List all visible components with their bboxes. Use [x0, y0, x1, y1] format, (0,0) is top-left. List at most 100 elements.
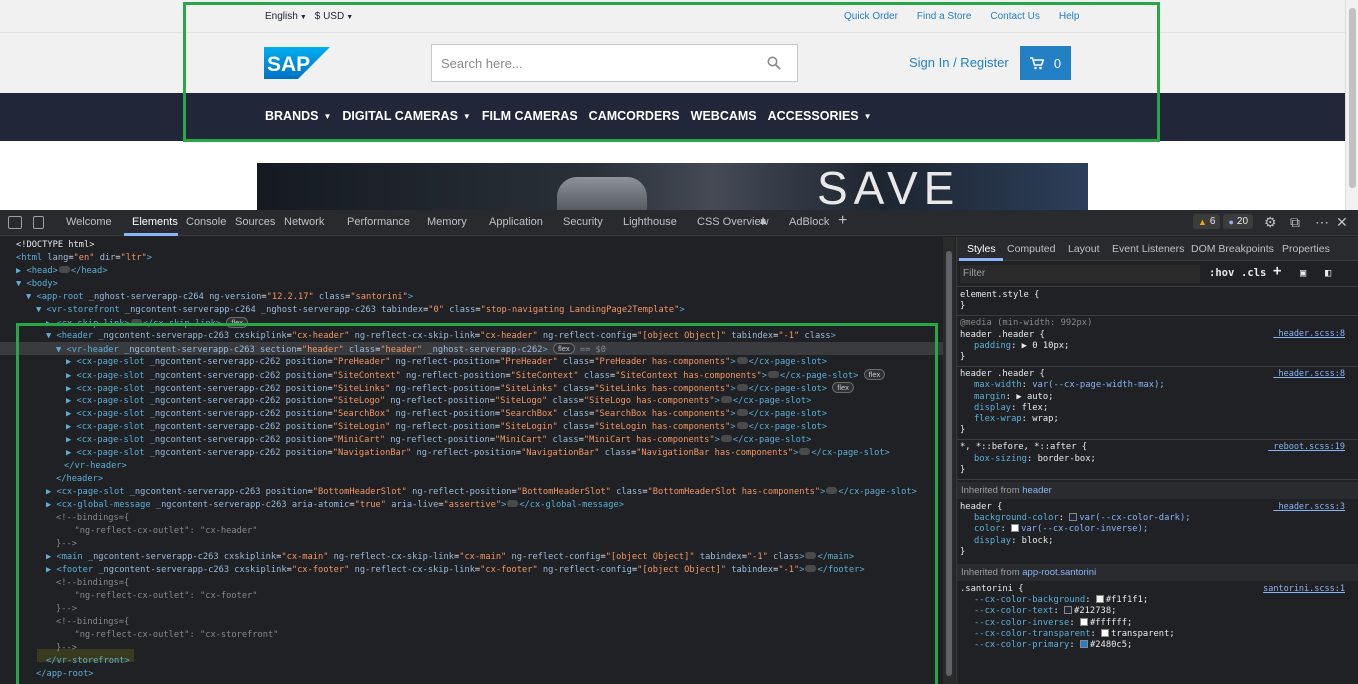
css-value[interactable]: var(--cx-color-inverse); [1021, 524, 1148, 534]
scrollbar-thumb[interactable] [1349, 8, 1356, 188]
css-property[interactable]: display [974, 403, 1011, 413]
css-source-link[interactable]: _header.scss:3 [1273, 502, 1345, 512]
device-toolbar-icon[interactable] [33, 216, 44, 229]
color-swatch[interactable] [1011, 524, 1020, 533]
inherited-element-link[interactable]: app-root.santorini [1022, 567, 1096, 578]
css-property[interactable]: margin [974, 392, 1006, 402]
css-value[interactable]: #2480c5; [1090, 640, 1132, 650]
promo-banner[interactable]: SAVE [257, 163, 1088, 210]
messages-badge[interactable]: ● 20 [1223, 214, 1254, 229]
css-line: } [960, 425, 965, 436]
css-value[interactable]: transparent; [1111, 629, 1175, 639]
css-property[interactable]: --cx-color-primary [974, 640, 1069, 650]
css-value[interactable]: flex; [1022, 403, 1048, 413]
css-value[interactable]: #212738; [1074, 606, 1116, 616]
tab-event-listeners[interactable]: Event Listeners [1112, 243, 1184, 255]
collapsed-ellipsis-icon[interactable] [58, 266, 70, 273]
css-value[interactable]: ▶ auto; [1016, 392, 1053, 402]
color-swatch[interactable] [1095, 595, 1104, 604]
css-line: *, *::before, *::after { [960, 442, 1087, 453]
class-toggle[interactable]: .cls [1241, 267, 1266, 279]
scrollbar-thumb[interactable] [946, 251, 952, 676]
tab-layout[interactable]: Layout [1068, 243, 1100, 255]
styles-tabbar: Styles Computed Layout Event Listeners D… [957, 237, 1358, 261]
css-value[interactable]: var(--cx-color-dark); [1079, 513, 1190, 523]
css-property[interactable]: color [974, 524, 1000, 534]
tab-computed[interactable]: Computed [1007, 243, 1055, 255]
tab-memory[interactable]: Memory [427, 216, 467, 228]
css-value[interactable]: #ffffff; [1090, 618, 1132, 628]
tab-elements[interactable]: Elements [132, 216, 178, 228]
more-options-icon[interactable]: ⋯ [1315, 214, 1329, 231]
messages-count: 20 [1236, 216, 1249, 227]
add-tab-icon[interactable]: + [838, 212, 847, 230]
css-source-link[interactable]: santorini.scss:1 [1263, 584, 1345, 594]
css-property[interactable]: --cx-color-inverse [974, 618, 1069, 628]
page-scrollbar[interactable] [1345, 0, 1358, 210]
dom-token: _nghost-serverapp-c264 ng-version [88, 292, 262, 302]
elements-tree[interactable]: <!DOCTYPE html> <html lang="en" dir="ltr"… [0, 237, 943, 684]
color-swatch[interactable] [1079, 617, 1088, 626]
css-value[interactable]: #f1f1f1; [1106, 595, 1148, 605]
media-query: @media (min-width: 992px) [960, 318, 1093, 329]
tab-styles[interactable]: Styles [967, 243, 996, 255]
color-swatch[interactable] [1069, 513, 1078, 522]
devtools-tabbar: Welcome Elements Console Sources Network… [0, 210, 1358, 236]
css-value[interactable]: ▶ 0 10px; [1022, 341, 1070, 351]
tab-console[interactable]: Console [186, 216, 226, 228]
tab-application[interactable]: Application [489, 216, 543, 228]
rule-divider [957, 315, 1358, 317]
css-property[interactable]: box-sizing [974, 454, 1027, 464]
css-property[interactable]: --cx-color-background [974, 595, 1085, 605]
css-property[interactable]: padding [974, 341, 1011, 351]
new-rule-icon[interactable]: + [1273, 263, 1281, 279]
dom-node-line[interactable]: ▶ <head> </head> [16, 265, 107, 278]
css-value[interactable]: border-box; [1038, 454, 1096, 464]
css-selector: } [960, 464, 966, 475]
inspect-element-icon[interactable] [8, 216, 22, 229]
css-property[interactable]: max-width [974, 380, 1022, 390]
css-source-link[interactable]: _header.scss:8 [1273, 369, 1345, 379]
dom-node-line[interactable]: ▼ <app-root _nghost-serverapp-c264 ng-ve… [26, 291, 413, 304]
elements-scrollbar[interactable] [943, 237, 955, 684]
tab-adblock[interactable]: AdBlock [789, 216, 829, 228]
tab-dom-breakpoints[interactable]: DOM Breakpoints [1191, 243, 1274, 255]
css-property[interactable]: --cx-color-transparent [974, 629, 1091, 639]
tab-performance[interactable]: Performance [347, 216, 410, 228]
css-value[interactable]: block; [1022, 536, 1054, 546]
css-property[interactable]: --cx-color-text [974, 606, 1053, 616]
css-line: display: flex; [974, 402, 1049, 413]
css-source-link[interactable]: _header.scss:8 [1273, 329, 1345, 339]
css-value[interactable]: var(--cx-page-width-max); [1032, 380, 1164, 390]
tab-security[interactable]: Security [563, 216, 603, 228]
inherited-element-link[interactable]: header [1022, 485, 1052, 496]
tab-sources[interactable]: Sources [235, 216, 275, 228]
dom-node-line[interactable]: <!DOCTYPE html> [16, 239, 94, 252]
css-property[interactable]: display [974, 536, 1011, 546]
dom-node-line[interactable]: ▼ <vr-storefront _ngcontent-serverapp-c2… [36, 304, 685, 317]
banner-text: SAVE [817, 163, 961, 210]
issue-badges[interactable]: ▲ 6 ● 20 [1193, 214, 1254, 229]
color-swatch[interactable] [1064, 606, 1073, 615]
dom-node-line[interactable]: <html lang="en" dir="ltr"> [16, 252, 152, 265]
styles-filter-input[interactable]: Filter [960, 265, 1200, 283]
tab-lighthouse[interactable]: Lighthouse [623, 216, 677, 228]
settings-icon[interactable]: ⚙ [1264, 214, 1277, 231]
tab-properties[interactable]: Properties [1282, 243, 1330, 255]
hover-state-toggle[interactable]: :hov [1209, 267, 1234, 279]
dom-node-line[interactable]: ▼ <body> [16, 278, 58, 291]
color-swatch[interactable] [1101, 628, 1110, 637]
css-source-link[interactable]: _reboot.scss:19 [1268, 442, 1345, 452]
tab-network[interactable]: Network [284, 216, 324, 228]
color-swatch[interactable] [1079, 640, 1088, 648]
css-property[interactable]: background-color [974, 513, 1059, 523]
warnings-badge[interactable]: ▲ 6 [1193, 214, 1221, 229]
sidebar-toggle-icon[interactable]: ◧ [1325, 267, 1331, 279]
tab-welcome[interactable]: Welcome [66, 216, 112, 228]
print-style-icon[interactable]: ▣ [1300, 267, 1306, 279]
css-property[interactable]: flex-wrap [974, 414, 1022, 424]
tab-css-overview[interactable]: CSS Overview [697, 216, 769, 228]
close-icon[interactable]: ✕ [1336, 214, 1348, 231]
customize-icon[interactable]: ⧉ [1290, 214, 1300, 231]
css-value[interactable]: wrap; [1032, 414, 1058, 424]
